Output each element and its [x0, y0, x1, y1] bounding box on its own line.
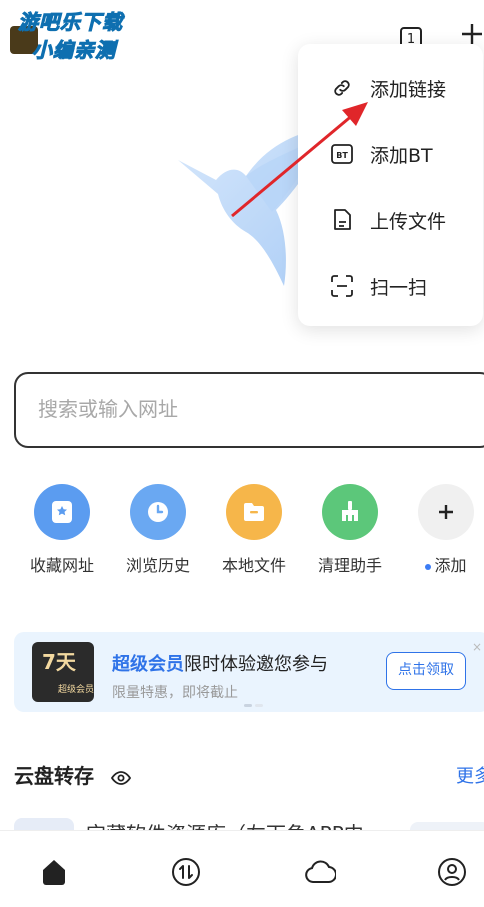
eye-icon[interactable] [110, 770, 132, 785]
transfer-icon[interactable] [170, 856, 202, 888]
vip-badge-days: 7天 [42, 650, 76, 674]
search-input[interactable] [36, 396, 440, 422]
home-icon[interactable] [38, 856, 70, 888]
quick-label: 浏览历史 [125, 556, 190, 575]
broom-icon [322, 484, 378, 540]
menu-item-scan[interactable]: 扫一扫 [298, 256, 483, 316]
section-title: 云盘转存 [14, 760, 132, 789]
menu-item-label: 添加BT [370, 144, 433, 167]
banner-subtitle: 限量特惠，即将截止 [112, 685, 238, 701]
quick-label: 本地文件 [221, 556, 286, 575]
more-link[interactable]: 更多 [456, 762, 484, 788]
menu-item-label: 上传文件 [370, 210, 447, 233]
bottom-nav [0, 830, 484, 907]
vip-badge: 7天 超级会员 [32, 642, 94, 702]
quick-history[interactable]: 浏览历史 [118, 484, 198, 576]
menu-item-label: 扫一扫 [370, 276, 428, 299]
annotation-arrow [231, 102, 368, 218]
claim-button[interactable]: 点击领取 [386, 652, 466, 690]
quick-cleaner[interactable]: 清理助手 [310, 484, 390, 576]
quick-local-files[interactable]: 本地文件 [214, 484, 294, 576]
carousel-dots [244, 704, 263, 707]
menu-item-label: 添加链接 [370, 78, 447, 101]
banner-title: 超级会员限时体验邀您参与 [112, 654, 328, 675]
quick-bookmarks[interactable]: 收藏网址 [22, 484, 102, 576]
quick-add[interactable]: 添加 [406, 484, 484, 576]
quick-label: 清理助手 [317, 556, 382, 575]
plus-icon [462, 24, 482, 44]
folder-icon [226, 484, 282, 540]
new-dot [425, 563, 432, 570]
scan-icon [330, 274, 354, 298]
cloud-icon[interactable] [304, 856, 336, 888]
watermark-title: 游吧乐下载 [18, 10, 123, 35]
search-box[interactable] [14, 372, 484, 448]
bookmark-icon [34, 484, 90, 540]
profile-icon[interactable] [436, 856, 468, 888]
quick-label: 收藏网址 [29, 556, 94, 575]
watermark-subtitle: 小编亲测 [32, 38, 116, 63]
plus-icon [418, 484, 474, 540]
vip-badge-label: 超级会员 [58, 685, 95, 695]
quick-label: 添加 [406, 552, 484, 576]
clock-icon [130, 484, 186, 540]
close-icon[interactable]: × [472, 640, 482, 654]
